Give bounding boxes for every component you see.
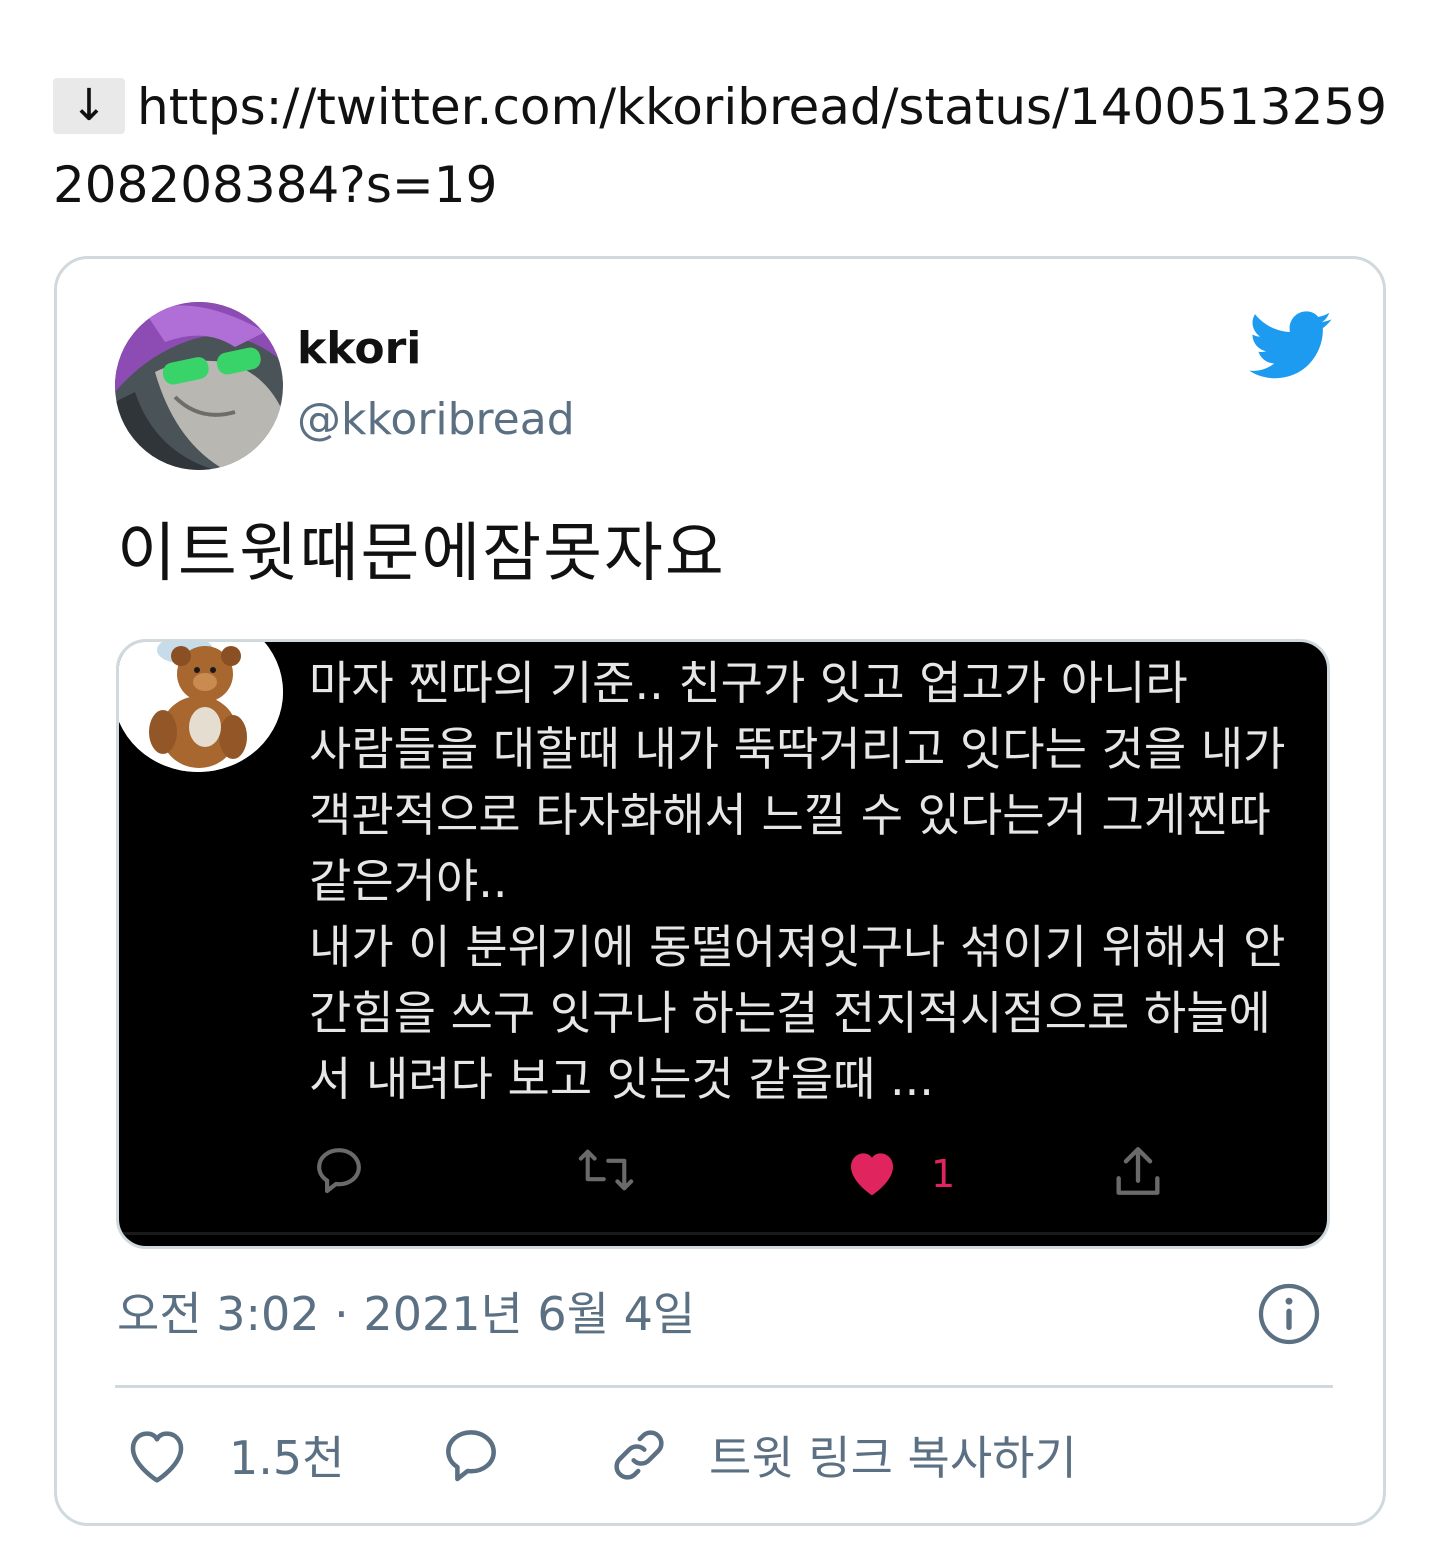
- display-name[interactable]: kkori: [297, 321, 421, 377]
- user-handle[interactable]: @kkoribread: [297, 392, 575, 448]
- teddy-bear-avatar: [119, 642, 283, 772]
- like-count: 1: [931, 1152, 956, 1196]
- reply-icon: [446, 1430, 496, 1482]
- twitter-bird-icon[interactable]: [1249, 311, 1333, 381]
- screenshot-actions: 1: [119, 1142, 1327, 1212]
- retweet-icon: [578, 1149, 634, 1191]
- download-arrow-icon: ↓: [53, 78, 125, 134]
- shared-link[interactable]: ↓ https://twitter.com/kkoribread/status/1…: [53, 68, 1393, 224]
- heart-icon: [851, 1153, 893, 1196]
- tweet-embed-card[interactable]: kkori @kkoribread 이트윗때문에잠못자요 마자 찐따의 기준..…: [54, 256, 1386, 1526]
- heart-icon: [130, 1431, 184, 1483]
- tweet-text: 이트윗때문에잠못자요: [117, 517, 726, 591]
- screenshot-text: 마자 찐따의 기준.. 친구가 잇고 업고가 아니라 사람들을 대할때 내가 뚝…: [309, 656, 1286, 1106]
- link-icon: [614, 1430, 664, 1480]
- copy-link-label: 트윗 링크 복사하기: [709, 1431, 1077, 1485]
- tweet-url[interactable]: https://twitter.com/kkoribread/status/14…: [53, 78, 1387, 214]
- tweet-image[interactable]: 마자 찐따의 기준.. 친구가 잇고 업고가 아니라 사람들을 대할때 내가 뚝…: [116, 639, 1330, 1249]
- info-icon[interactable]: [1257, 1282, 1321, 1346]
- reply-button[interactable]: [439, 1419, 503, 1491]
- reply-icon: [317, 1148, 361, 1194]
- timestamp[interactable]: 오전 3:02 · 2021년 6월 4일: [117, 1284, 695, 1344]
- divider: [119, 1232, 1327, 1235]
- avatar[interactable]: [115, 302, 283, 470]
- like-count: 1.5천: [229, 1431, 345, 1485]
- like-button[interactable]: 1.5천: [125, 1419, 344, 1491]
- copy-link-button[interactable]: 트윗 링크 복사하기: [607, 1419, 1077, 1491]
- share-icon: [1116, 1147, 1160, 1195]
- divider: [115, 1385, 1333, 1388]
